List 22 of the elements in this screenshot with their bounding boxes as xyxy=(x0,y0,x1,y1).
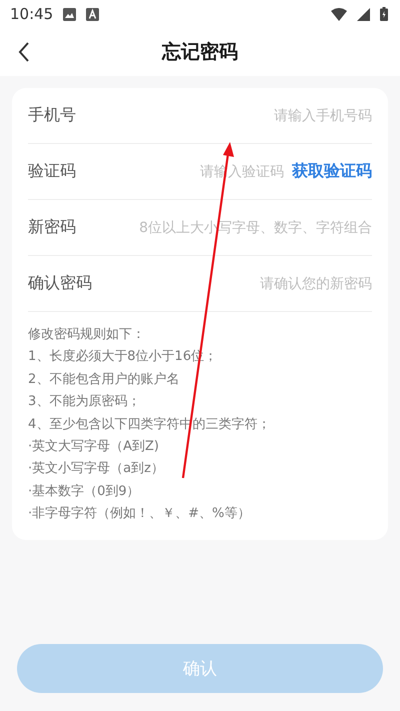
rule-text: 修改密码规则如下： xyxy=(28,326,146,344)
signal-icon xyxy=(357,8,370,20)
image-icon xyxy=(63,8,76,20)
page-title: 忘记密码 xyxy=(162,40,238,65)
field-label: 验证码 xyxy=(28,161,76,182)
battery-icon xyxy=(380,7,388,21)
input-field[interactable]: 请输入手机号码 xyxy=(84,108,372,124)
get-code-link[interactable]: 获取验证码 xyxy=(292,161,372,182)
wifi-icon xyxy=(331,8,347,20)
field-label: 新密码 xyxy=(28,217,76,238)
status-time: 10:45 xyxy=(10,5,54,23)
back-icon xyxy=(18,42,30,62)
rule-text: ·英文小写字母（a到z） xyxy=(28,460,165,478)
rule-text: 3、不能为原密码； xyxy=(28,393,142,412)
rule-text: ·非字母字符（例如！、￥、#、%等） xyxy=(28,505,252,524)
rule-text: ·英文大写字母（A到Z) xyxy=(28,438,160,456)
input-field[interactable]: 请确认您的新密码 xyxy=(100,276,372,292)
field-label: 手机号 xyxy=(28,105,76,126)
font-icon xyxy=(86,8,100,20)
field-label: 确认密码 xyxy=(28,273,92,294)
rule-text: 2、不能包含用户的账户名 xyxy=(28,370,180,389)
rule-text: ·基本数字（0到9） xyxy=(28,482,141,501)
